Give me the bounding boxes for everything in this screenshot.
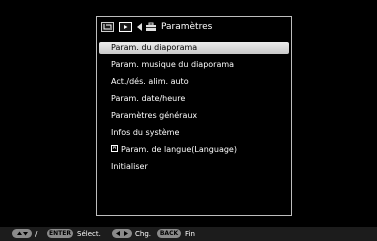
menu-item-label: Param. date/heure: [111, 94, 186, 103]
menu-item-slideshow-music[interactable]: Param. musique du diaporama: [99, 59, 289, 71]
menu-item-label: Paramètres généraux: [111, 111, 198, 120]
toolbox-icon: [146, 22, 156, 31]
menu-item-label: Infos du système: [111, 128, 180, 137]
language-icon: A: [111, 145, 118, 152]
menu-item-auto-power[interactable]: Act./dés. alim. auto: [99, 76, 289, 88]
menu-item-general-settings[interactable]: Paramètres généraux: [99, 110, 289, 122]
menu-item-label: Param. du diaporama: [111, 43, 198, 52]
menu-item-label: Param. de langue(Language): [121, 145, 237, 154]
menu-item-label: Act./dés. alim. auto: [111, 77, 189, 86]
crop-icon[interactable]: [101, 22, 114, 32]
change-hint: Chg.: [135, 230, 151, 238]
menu-item-label: Initialiser: [111, 162, 148, 171]
arrow-left-icon: [137, 23, 142, 31]
separator-slash: /: [35, 230, 38, 238]
menu-item-system-info[interactable]: Infos du système: [99, 127, 289, 139]
back-key-badge: BACK: [157, 229, 181, 238]
menu-item-date-time[interactable]: Param. date/heure: [99, 93, 289, 105]
select-hint: Sélect.: [77, 230, 101, 238]
menu-item-language[interactable]: A Param. de langue(Language): [99, 144, 289, 156]
menu-title: Paramètres: [161, 22, 213, 32]
end-hint: Fin: [185, 230, 195, 238]
button-guide-bar: / ENTER Sélect. Chg. BACK Fin: [0, 227, 377, 241]
menu-item-initialize[interactable]: Initialiser: [99, 161, 289, 173]
menu-item-label: Param. musique du diaporama: [111, 60, 235, 69]
screen: Paramètres Param. du diaporama Param. mu…: [0, 0, 377, 241]
menu-item-slideshow-settings[interactable]: Param. du diaporama: [99, 42, 289, 54]
settings-menu-panel: Paramètres Param. du diaporama Param. mu…: [96, 16, 292, 216]
slideshow-icon[interactable]: [119, 22, 132, 32]
up-down-arrows-icon: [12, 229, 32, 238]
menu-header: Paramètres: [97, 17, 291, 39]
enter-key-badge: ENTER: [47, 229, 73, 238]
left-right-arrows-icon: [112, 229, 132, 238]
